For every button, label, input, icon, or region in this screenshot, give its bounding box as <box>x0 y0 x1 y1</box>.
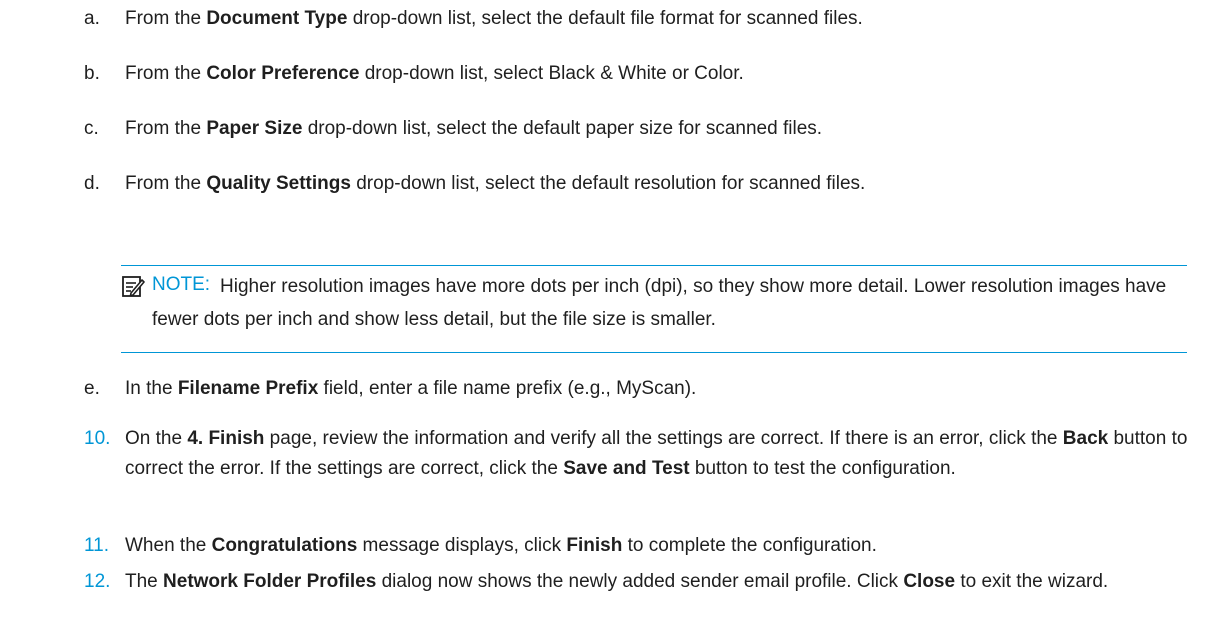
sub-step-marker: c. <box>84 118 99 139</box>
sub-step-marker: d. <box>84 173 100 194</box>
ui-keyword: Back <box>1062 428 1109 449</box>
note-icon <box>121 274 145 298</box>
ui-keyword: Color Preference <box>206 63 360 84</box>
sub-step-text: From the Color Preference drop-down list… <box>125 63 744 84</box>
sub-step-d: d. From the Quality Settings drop-down l… <box>84 169 1184 199</box>
ui-keyword: Finish <box>566 535 623 556</box>
sub-step-a: a. From the Document Type drop-down list… <box>84 4 1184 34</box>
ui-keyword: Quality Settings <box>206 173 351 194</box>
sub-step-marker: b. <box>84 63 100 84</box>
ui-keyword: Filename Prefix <box>177 378 319 399</box>
sub-step-text: From the Quality Settings drop-down list… <box>125 173 866 194</box>
ui-keyword: Network Folder Profiles <box>163 571 377 592</box>
step-text: The Network Folder Profiles dialog now s… <box>125 571 1109 592</box>
sub-step-text: In the Filename Prefix field, enter a fi… <box>125 378 697 399</box>
sub-step-b: b. From the Color Preference drop-down l… <box>84 59 1184 89</box>
note-text: Higher resolution images have more dots … <box>152 276 1167 330</box>
step-text: On the 4. Finish page, review the inform… <box>125 428 1188 479</box>
sub-step-text: From the Paper Size drop-down list, sele… <box>125 118 823 139</box>
ui-keyword: Congratulations <box>211 535 358 556</box>
sub-step-text: From the Document Type drop-down list, s… <box>125 8 863 29</box>
step-number: 12. <box>84 571 111 592</box>
sub-step-c: c. From the Paper Size drop-down list, s… <box>84 114 1184 144</box>
step-number: 10. <box>84 428 111 449</box>
step-text: When the Congratulations message display… <box>125 535 877 556</box>
note-box: NOTE: Higher resolution images have more… <box>121 265 1187 353</box>
ui-keyword: Document Type <box>206 8 348 29</box>
ui-keyword: Save and Test <box>563 458 690 479</box>
ui-keyword: Close <box>903 571 956 592</box>
ui-keyword: Paper Size <box>206 118 303 139</box>
step-number: 11. <box>84 535 110 556</box>
sub-step-marker: a. <box>84 8 100 29</box>
sub-step-marker: e. <box>84 378 100 399</box>
ui-keyword: 4. Finish <box>187 428 265 449</box>
sub-step-e: e. In the Filename Prefix field, enter a… <box>84 374 1184 404</box>
